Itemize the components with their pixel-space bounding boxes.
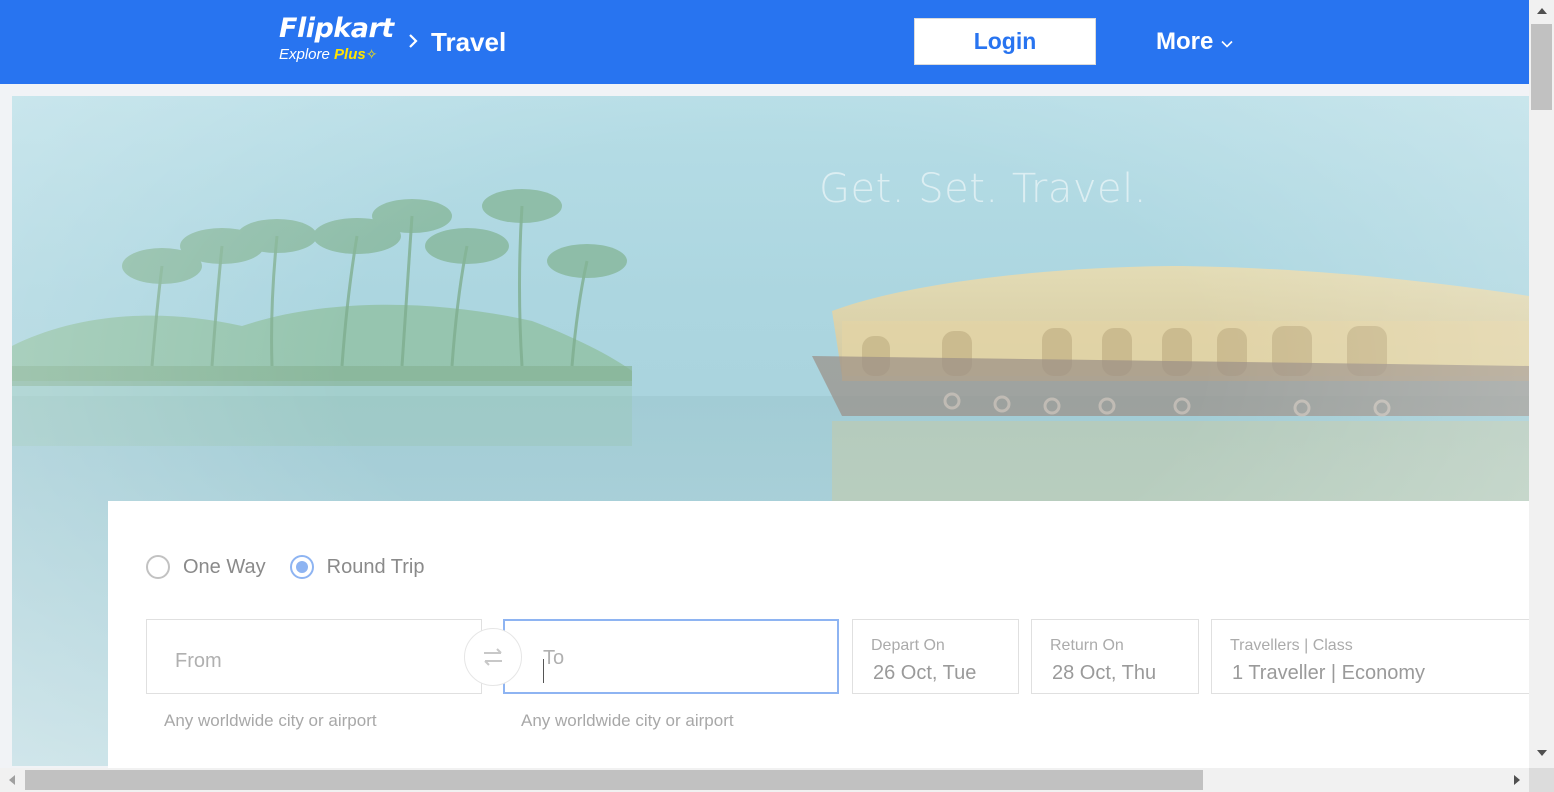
swap-arrows-icon: [484, 648, 502, 666]
plus-star-icon: ✧: [365, 46, 378, 62]
triangle-left-icon: [9, 775, 15, 785]
scroll-up-button[interactable]: [1529, 2, 1554, 20]
hero-tagline: Get. Set. Travel.: [819, 166, 1147, 212]
scroll-left-button[interactable]: [0, 768, 24, 792]
more-menu[interactable]: More: [1156, 27, 1233, 57]
scroll-right-button[interactable]: [1505, 768, 1529, 792]
travellers-label: Travellers | Class: [1230, 637, 1353, 654]
triangle-right-icon: [1514, 775, 1520, 785]
return-date-field[interactable]: Return On 28 Oct, Thu: [1031, 619, 1199, 694]
vertical-scrollbar[interactable]: [1529, 0, 1554, 768]
login-button[interactable]: Login: [914, 18, 1096, 65]
round-trip-radio[interactable]: [289, 555, 314, 579]
logo-plus-text: Plus: [334, 46, 366, 63]
scrollbar-corner: [1529, 768, 1554, 792]
horizontal-scroll-thumb[interactable]: [25, 770, 1203, 790]
logo-explore-text: Explore: [279, 46, 330, 63]
from-field[interactable]: From: [146, 619, 482, 694]
logo-tagline: Explore Plus✧: [279, 46, 394, 63]
one-way-label: One Way: [183, 555, 266, 578]
to-placeholder: To: [543, 647, 565, 669]
triangle-up-icon: [1536, 8, 1547, 14]
more-label: More: [1156, 28, 1214, 55]
return-label: Return On: [1050, 637, 1124, 654]
swap-cities-button[interactable]: [464, 628, 522, 686]
logo-wordmark: Flipkart: [279, 13, 394, 44]
travellers-value: 1 Traveller | Economy: [1232, 662, 1426, 684]
travellers-class-field[interactable]: Travellers | Class 1 Traveller | Economy: [1211, 619, 1531, 694]
depart-date-field[interactable]: Depart On 26 Oct, Tue: [852, 619, 1019, 694]
trip-type-round-trip[interactable]: Round Trip: [289, 555, 425, 579]
breadcrumb-travel[interactable]: Travel: [431, 27, 506, 57]
flipkart-logo[interactable]: Flipkart Explore Plus✧: [279, 13, 394, 64]
horizontal-scrollbar[interactable]: [0, 768, 1529, 792]
trip-type-one-way[interactable]: One Way: [146, 555, 266, 579]
top-navbar: Flipkart Explore Plus✧ Travel Login More: [0, 0, 1529, 84]
vertical-scroll-thumb[interactable]: [1531, 24, 1552, 110]
to-hint: Any worldwide city or airport: [521, 711, 734, 730]
one-way-radio[interactable]: [146, 555, 170, 579]
round-trip-label: Round Trip: [326, 555, 425, 578]
from-placeholder: From: [175, 650, 222, 672]
scroll-down-button[interactable]: [1529, 744, 1554, 762]
flight-search-card: One Way Round Trip From To Any worldwide…: [108, 501, 1531, 771]
depart-label: Depart On: [871, 637, 945, 654]
chevron-down-icon: [1221, 40, 1233, 48]
return-value: 28 Oct, Thu: [1052, 662, 1157, 684]
depart-value: 26 Oct, Tue: [873, 662, 977, 684]
to-field[interactable]: To: [503, 619, 839, 694]
triangle-down-icon: [1536, 750, 1547, 756]
chevron-right-icon: [409, 34, 418, 48]
trip-type-selector: One Way Round Trip: [146, 555, 424, 579]
text-cursor: [543, 659, 544, 683]
from-hint: Any worldwide city or airport: [164, 711, 377, 730]
